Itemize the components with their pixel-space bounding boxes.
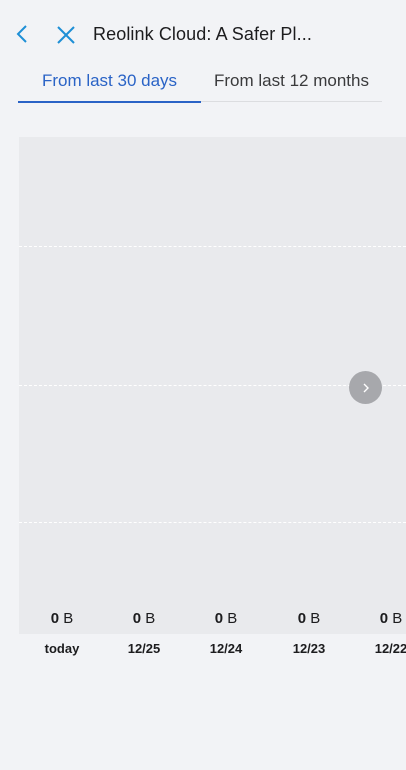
chevron-left-icon bbox=[16, 25, 27, 43]
chart-gridline bbox=[19, 246, 406, 247]
chart-gridline bbox=[19, 385, 406, 386]
x-label-12-25: 12/25 bbox=[127, 641, 161, 656]
bar-value-12-24: 0 B bbox=[214, 610, 238, 627]
bar-value-today: 0 B bbox=[50, 610, 74, 627]
chart-x-axis: today 12/25 12/24 12/23 12/22 bbox=[19, 640, 406, 660]
x-label-12-22: 12/22 bbox=[374, 641, 406, 656]
close-button[interactable] bbox=[50, 20, 82, 50]
tab-last-12-months[interactable]: From last 12 months bbox=[201, 60, 382, 101]
page-title: Reolink Cloud: A Safer Pl... bbox=[93, 24, 312, 44]
back-button[interactable] bbox=[8, 20, 36, 48]
usage-chart: 0 B 0 B 0 B 0 B 0 B bbox=[19, 137, 406, 634]
close-icon bbox=[57, 26, 75, 44]
x-label-12-24: 12/24 bbox=[209, 641, 243, 656]
cloud-usage-page: Reolink Cloud: A Safer Pl... From last 3… bbox=[0, 0, 406, 770]
bar-value-12-25: 0 B bbox=[132, 610, 156, 627]
tab-last-30-days[interactable]: From last 30 days bbox=[18, 60, 201, 103]
period-tabs: From last 30 days From last 12 months bbox=[18, 60, 382, 103]
chart-gridline bbox=[19, 522, 406, 523]
chevron-right-icon bbox=[363, 383, 369, 392]
x-label-today: today bbox=[44, 641, 80, 656]
bar-value-12-22: 0 B bbox=[379, 610, 403, 627]
header-bar: Reolink Cloud: A Safer Pl... bbox=[0, 0, 406, 64]
next-page-button[interactable] bbox=[349, 371, 382, 404]
bar-value-12-23: 0 B bbox=[297, 610, 321, 627]
x-label-12-23: 12/23 bbox=[292, 641, 326, 656]
